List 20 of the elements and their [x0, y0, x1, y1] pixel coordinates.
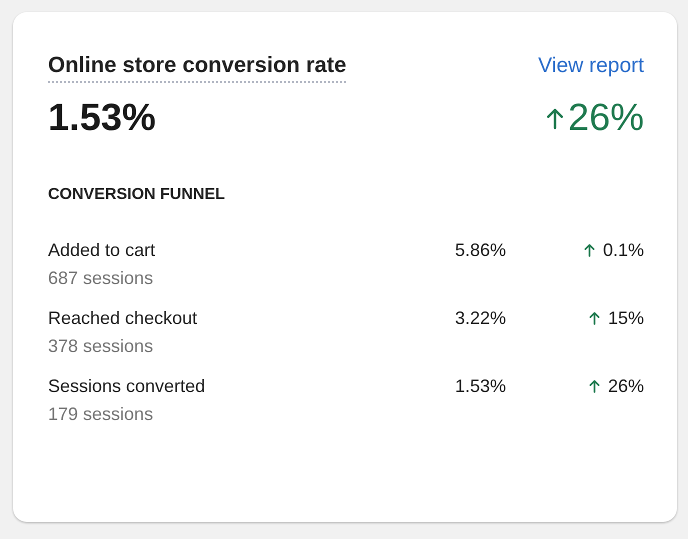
arrow-up-icon [584, 243, 595, 258]
change-value: 0.1% [602, 240, 644, 261]
rate-value: 5.86% [454, 240, 506, 261]
session-count: 179 sessions [48, 404, 154, 425]
arrow-up-icon [588, 311, 600, 326]
metric-value: 1.53% [48, 97, 156, 140]
funnel-step-label: Reached checkout [48, 308, 198, 329]
section-heading: CONVERSION FUNNEL [48, 186, 226, 204]
change-value: 26% [568, 97, 644, 140]
arrow-up-icon [588, 379, 600, 394]
rate-value: 3.22% [454, 308, 506, 329]
session-count: 378 sessions [48, 336, 154, 357]
rate-value: 1.53% [454, 376, 506, 397]
change-value: 26% [608, 376, 644, 397]
funnel-step-label: Added to cart [48, 240, 156, 261]
card-title: Online store conversion rate [48, 52, 346, 83]
view-report-link[interactable]: View report [538, 54, 644, 78]
session-count: 687 sessions [48, 268, 154, 289]
change-value: 15% [608, 308, 644, 329]
funnel-step-label: Sessions converted [48, 376, 206, 397]
